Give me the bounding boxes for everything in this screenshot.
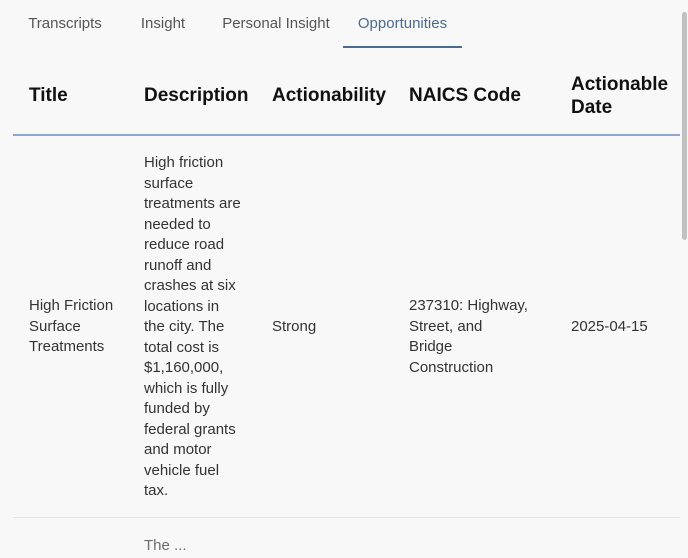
header-actionable-date[interactable]: Actionable Date	[571, 73, 677, 119]
tab-insight[interactable]: Insight	[117, 0, 209, 46]
cell-actionability: Strong	[272, 318, 317, 335]
table-header: Title Description Actionability NAICS Co…	[13, 48, 680, 136]
table-row[interactable]: The ...	[13, 518, 680, 558]
table-row[interactable]: High Friction Surface Treatments High fr…	[13, 136, 680, 518]
header-title[interactable]: Title	[29, 84, 141, 107]
header-naics-code[interactable]: NAICS Code	[409, 84, 567, 107]
tab-personal-insight[interactable]: Personal Insight	[209, 0, 343, 46]
scrollbar[interactable]	[680, 0, 688, 541]
cell-title: High Friction Surface Treatments	[29, 297, 114, 355]
cell-description: The ...	[144, 537, 187, 554]
tab-transcripts[interactable]: Transcripts	[13, 0, 117, 46]
cell-actionable-date: 2025-04-15	[571, 318, 648, 335]
header-actionability[interactable]: Actionability	[272, 84, 406, 107]
header-description[interactable]: Description	[144, 84, 268, 107]
cell-naics-code: 237310: Highway, Street, and Bridge Cons…	[409, 297, 528, 376]
tab-opportunities[interactable]: Opportunities	[343, 0, 462, 48]
scrollbar-thumb[interactable]	[682, 12, 687, 240]
opportunities-table: Title Description Actionability NAICS Co…	[13, 48, 680, 558]
tab-bar: Transcripts Insight Personal Insight Opp…	[0, 0, 688, 48]
cell-description: High friction surface treatments are nee…	[144, 154, 241, 499]
